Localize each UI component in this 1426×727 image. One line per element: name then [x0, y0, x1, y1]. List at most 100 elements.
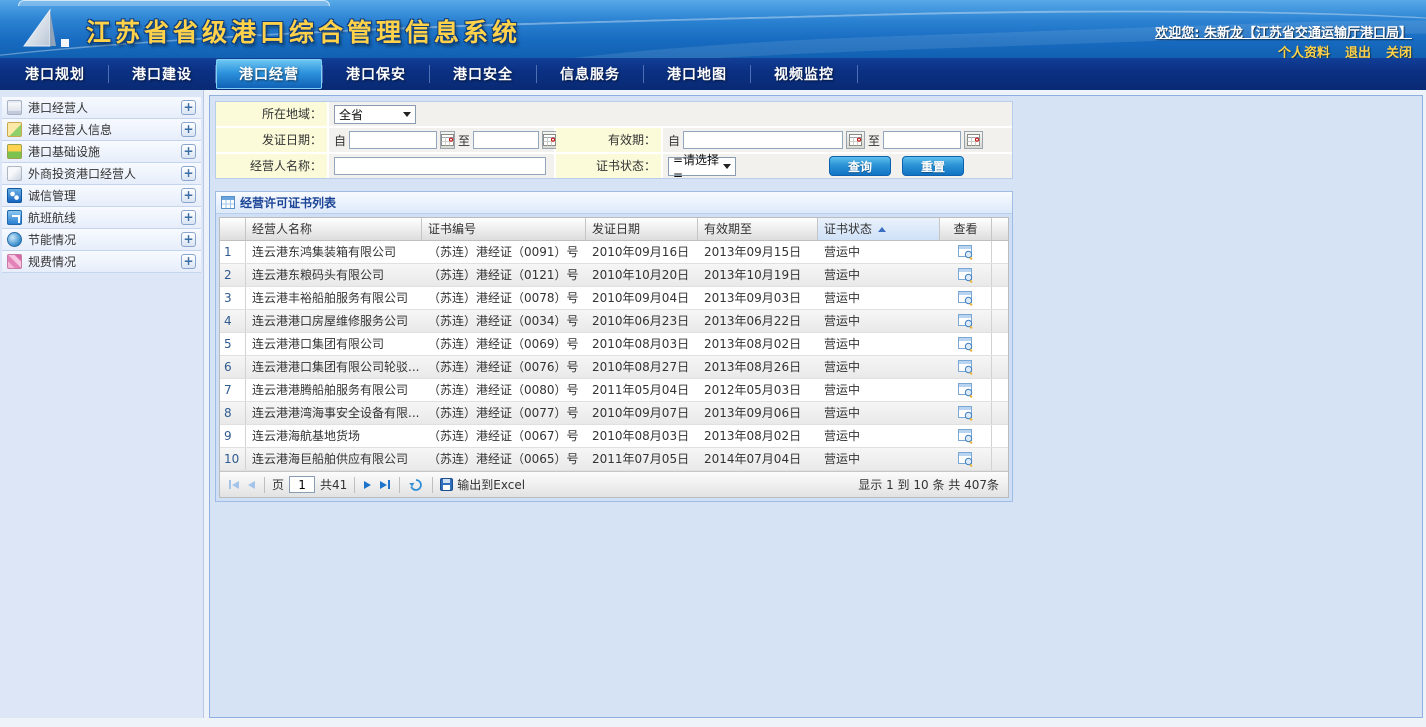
cert-number-cell: （苏连）港经证（0078）号 — [422, 287, 586, 309]
sidebar-item[interactable]: 港口经营人信息 + — [2, 119, 201, 141]
view-button[interactable] — [940, 356, 992, 378]
issue-date-to-input[interactable] — [473, 131, 539, 149]
row-number: 5 — [220, 333, 246, 355]
calendar-icon — [441, 134, 454, 146]
nav-tab[interactable]: 信息服务 — [537, 58, 643, 90]
expand-plus-icon[interactable]: + — [181, 166, 196, 181]
refresh-icon — [409, 478, 423, 492]
pagination-bar: 页 共41 — [220, 471, 1008, 497]
row-number: 8 — [220, 402, 246, 424]
crane-icon — [7, 144, 22, 159]
prev-page-button[interactable] — [246, 479, 257, 491]
cert-number-cell: （苏连）港经证（0076）号 — [422, 356, 586, 378]
col-header-view: 查看 — [940, 218, 992, 240]
calendar-button[interactable] — [846, 131, 865, 149]
table-row: 2 连云港东粮码头有限公司 （苏连）港经证（0121）号 2010年10月20日… — [220, 264, 1008, 287]
valid-until-cell: 2013年08月02日 — [698, 333, 818, 355]
validity-from-input[interactable] — [683, 131, 843, 149]
view-button[interactable] — [940, 287, 992, 309]
operator-name-cell: 连云港海航基地货场 — [246, 425, 422, 447]
expand-plus-icon[interactable]: + — [181, 144, 196, 159]
folder-arrow-icon — [7, 122, 22, 137]
view-detail-icon — [958, 360, 974, 375]
pager-separator — [399, 477, 400, 493]
issue-date-cell: 2010年06月23日 — [586, 310, 698, 332]
refresh-button[interactable] — [407, 476, 425, 494]
cert-status-select[interactable]: =请选择= — [668, 157, 736, 176]
header-links: 个人资料 退出 关闭 — [1278, 42, 1412, 58]
last-page-button[interactable] — [378, 478, 392, 491]
view-button[interactable] — [940, 264, 992, 286]
filler-cell — [992, 333, 1008, 355]
sidebar-item[interactable]: 外商投资港口经营人 + — [2, 163, 201, 185]
issue-date-from-input[interactable] — [349, 131, 437, 149]
logout-link[interactable]: 退出 — [1345, 42, 1371, 58]
col-header-cert-number[interactable]: 证书编号 — [422, 218, 586, 240]
expand-plus-icon[interactable]: + — [181, 210, 196, 225]
row-number: 3 — [220, 287, 246, 309]
calendar-button[interactable] — [542, 131, 557, 149]
table-icon — [221, 196, 235, 209]
view-button[interactable] — [940, 379, 992, 401]
page-number-input[interactable] — [289, 476, 315, 493]
view-detail-icon — [958, 268, 974, 283]
query-button[interactable]: 查询 — [829, 156, 891, 176]
view-button[interactable] — [940, 402, 992, 424]
calendar-button[interactable] — [964, 131, 983, 149]
sidebar-item[interactable]: 诚信管理 + — [2, 185, 201, 207]
top-tab-decor — [18, 0, 330, 6]
close-link[interactable]: 关闭 — [1386, 42, 1412, 58]
sidebar-item[interactable]: 规费情况 + — [2, 251, 201, 273]
expand-plus-icon[interactable]: + — [181, 122, 196, 137]
nav-tab[interactable]: 视频监控 — [751, 58, 857, 90]
route-icon — [7, 210, 22, 225]
sidebar-item[interactable]: 航班航线 + — [2, 207, 201, 229]
nav-tab[interactable]: 港口建设 — [109, 58, 215, 90]
view-button[interactable] — [940, 333, 992, 355]
filler-cell — [992, 448, 1008, 470]
view-button[interactable] — [940, 425, 992, 447]
nav-tab-active[interactable]: 港口经营 — [216, 59, 322, 89]
table-row: 9 连云港海航基地货场 （苏连）港经证（0067）号 2010年08月03日 2… — [220, 425, 1008, 448]
validity-to-input[interactable] — [883, 131, 961, 149]
view-button[interactable] — [940, 241, 992, 263]
expand-plus-icon[interactable]: + — [181, 188, 196, 203]
nav-tab[interactable]: 港口安全 — [430, 58, 536, 90]
expand-plus-icon[interactable]: + — [181, 100, 196, 115]
sidebar-item[interactable]: 港口经营人 + — [2, 97, 201, 119]
next-page-button[interactable] — [362, 479, 373, 491]
row-number: 9 — [220, 425, 246, 447]
nav-tab[interactable]: 港口地图 — [644, 58, 750, 90]
sidebar-item[interactable]: 节能情况 + — [2, 229, 201, 251]
view-detail-icon — [958, 383, 974, 398]
profile-link[interactable]: 个人资料 — [1278, 42, 1330, 58]
calendar-button[interactable] — [440, 131, 455, 149]
export-excel-button[interactable]: 输出到Excel — [440, 476, 525, 493]
view-button[interactable] — [940, 448, 992, 470]
operator-name-cell: 连云港港口集团有限公司 — [246, 333, 422, 355]
operator-name-cell: 连云港港腾船舶服务有限公司 — [246, 379, 422, 401]
issue-date-cell: 2010年09月07日 — [586, 402, 698, 424]
app-header: 江苏省省级港口综合管理信息系统 欢迎您: 朱新龙【江苏省交通运输厅港口局】 个人… — [0, 0, 1426, 58]
table-panel-header: 经营许可证书列表 — [216, 192, 1012, 214]
sidebar-item[interactable]: 港口基础设施 + — [2, 141, 201, 163]
table-row: 10 连云港海巨船舶供应有限公司 （苏连）港经证（0065）号 2011年07月… — [220, 448, 1008, 471]
nav-tab[interactable]: 港口规划 — [2, 58, 108, 90]
reset-button[interactable]: 重置 — [902, 156, 964, 176]
col-header-valid-until[interactable]: 有效期至 — [698, 218, 818, 240]
valid-until-cell: 2013年09月15日 — [698, 241, 818, 263]
cert-status-cell: 营运中 — [818, 448, 940, 470]
first-page-button[interactable] — [227, 478, 241, 491]
col-header-cert-status[interactable]: 证书状态 — [818, 218, 940, 240]
expand-plus-icon[interactable]: + — [181, 254, 196, 269]
region-select[interactable]: 全省 — [334, 105, 416, 124]
expand-plus-icon[interactable]: + — [181, 232, 196, 247]
view-button[interactable] — [940, 310, 992, 332]
calendar-icon — [849, 134, 862, 146]
nav-tab[interactable]: 港口保安 — [323, 58, 429, 90]
table-row: 5 连云港港口集团有限公司 （苏连）港经证（0069）号 2010年08月03日… — [220, 333, 1008, 356]
operator-name-input[interactable] — [334, 157, 546, 175]
col-header-operator-name[interactable]: 经营人名称 — [246, 218, 422, 240]
row-number: 4 — [220, 310, 246, 332]
col-header-issue-date[interactable]: 发证日期 — [586, 218, 698, 240]
